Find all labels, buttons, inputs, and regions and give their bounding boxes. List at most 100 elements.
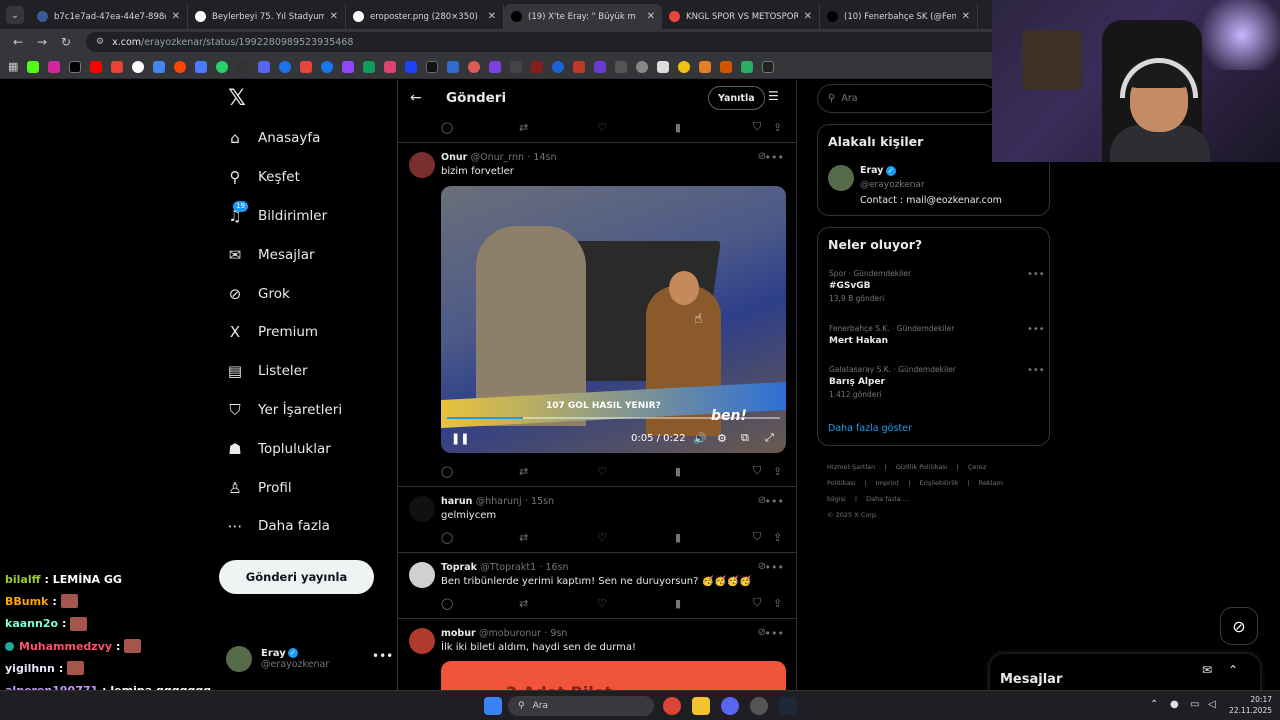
bookmark-icon[interactable] bbox=[153, 60, 166, 73]
reply-button[interactable]: Yanıtla bbox=[708, 86, 765, 110]
avatar[interactable] bbox=[409, 496, 435, 522]
close-tab-icon[interactable]: ✕ bbox=[488, 11, 496, 22]
more-icon[interactable]: ••• bbox=[1027, 365, 1045, 376]
sidebar-item[interactable]: ♫ 19 Bildirimler bbox=[218, 197, 342, 236]
trend-item[interactable]: Spor · Gündemdekiler #GSvGB 13,9 B gönde… bbox=[829, 269, 1045, 303]
sidebar-item[interactable]: ☗ Topluluklar bbox=[218, 429, 342, 468]
browser-tab[interactable]: b7c1e7ad-47ea-44e7-898c-0d0 ✕ bbox=[30, 4, 188, 29]
obs-icon[interactable] bbox=[750, 697, 768, 715]
video-player[interactable]: 107 GOL HASIL YENIR? ben! ☝ ❚❚ 0:05 / 0:… bbox=[441, 186, 786, 453]
avatar[interactable] bbox=[409, 562, 435, 588]
bookmark-icon[interactable] bbox=[447, 60, 460, 73]
avatar[interactable] bbox=[409, 628, 435, 654]
bookmark-icon[interactable] bbox=[132, 60, 145, 73]
more-icon[interactable]: ••• bbox=[372, 649, 393, 663]
volume-icon[interactable]: 🔊 bbox=[693, 432, 707, 445]
tweet-time[interactable]: · 15sn bbox=[525, 496, 554, 507]
bookmark-icon[interactable] bbox=[300, 60, 313, 73]
bookmark-icon[interactable] bbox=[657, 60, 670, 73]
tweet-time[interactable]: · 16sn bbox=[539, 562, 568, 573]
more-icon[interactable]: ••• bbox=[765, 151, 784, 164]
bookmark-icon[interactable] bbox=[510, 60, 523, 73]
bookmark-icon[interactable] bbox=[573, 60, 586, 73]
new-message-icon[interactable]: ✉ bbox=[1202, 663, 1212, 677]
trend-item[interactable]: Fenerbahçe S.K. · Gündemdekiler Mert Hak… bbox=[829, 324, 1045, 346]
bookmark-icon[interactable] bbox=[489, 60, 502, 73]
chrome-icon[interactable] bbox=[663, 697, 681, 715]
views-icon[interactable]: ▮ bbox=[675, 597, 681, 610]
share-icon[interactable]: ⇪ bbox=[773, 531, 782, 544]
fullscreen-icon[interactable]: ⤢ bbox=[765, 431, 774, 445]
bookmark-icon[interactable] bbox=[216, 60, 229, 73]
browser-tab[interactable]: Beylerbeyi 75. Yıl Stadyumu - G ✕ bbox=[188, 4, 346, 29]
bookmark-icon[interactable]: ⛉ bbox=[753, 464, 761, 478]
bookmark-icon[interactable] bbox=[279, 60, 292, 73]
footer-link[interactable]: Hizmet Şartları bbox=[827, 463, 876, 471]
tray-chevron-icon[interactable]: ⌃ bbox=[1150, 699, 1158, 710]
sliders-icon[interactable]: ☰ bbox=[768, 89, 779, 103]
bookmark-icon[interactable] bbox=[426, 60, 439, 73]
dock-video-icon[interactable]: ⧉ bbox=[741, 431, 749, 445]
windows-start-icon[interactable] bbox=[484, 697, 502, 715]
author-handle[interactable]: @hharunj bbox=[476, 496, 522, 507]
apps-icon[interactable]: ▦ bbox=[8, 60, 18, 73]
bookmark-icon[interactable] bbox=[174, 60, 187, 73]
bookmark-icon[interactable] bbox=[48, 60, 61, 73]
sidebar-item[interactable]: ▤ Listeler bbox=[218, 352, 342, 391]
more-icon[interactable]: ••• bbox=[1027, 324, 1045, 335]
bookmark-icon[interactable] bbox=[636, 60, 649, 73]
share-icon[interactable]: ⇪ bbox=[773, 121, 782, 134]
bookmark-icon[interactable] bbox=[90, 60, 103, 73]
microphone-icon[interactable]: ● bbox=[1170, 699, 1179, 710]
forward-icon[interactable]: → bbox=[32, 35, 52, 49]
more-icon[interactable]: ••• bbox=[765, 627, 784, 640]
taskbar-search[interactable]: ⚲ Ara bbox=[508, 696, 654, 716]
discord-icon[interactable] bbox=[721, 697, 739, 715]
retweet-icon[interactable]: ⇄ bbox=[519, 597, 528, 610]
like-icon[interactable]: ♡ bbox=[597, 597, 607, 610]
grok-button-icon[interactable]: ⊘ bbox=[1220, 607, 1258, 645]
bookmark-icon[interactable] bbox=[258, 60, 271, 73]
search-input[interactable]: ⚲ Ara bbox=[817, 84, 997, 113]
browser-tab[interactable]: (19) X'te Eray: " Büyük m ✕ bbox=[504, 4, 662, 29]
sidebar-item[interactable]: ⋯ Daha fazla bbox=[218, 507, 342, 546]
address-bar[interactable]: ⚙ x.com/erayozkenar/status/1992280989523… bbox=[86, 32, 1046, 52]
network-icon[interactable]: ▭ bbox=[1190, 699, 1199, 710]
bookmark-icon[interactable]: ⛉ bbox=[753, 530, 761, 544]
reload-icon[interactable]: ↻ bbox=[56, 35, 76, 49]
reply-tweet[interactable]: Onur @Onur_rnn · 14sn bizim forvetler ⊘ … bbox=[398, 143, 796, 453]
bookmark-icon[interactable] bbox=[342, 60, 355, 73]
related-name[interactable]: Eray bbox=[860, 165, 884, 176]
sidebar-item[interactable]: ♙ Profil bbox=[218, 468, 342, 507]
close-tab-icon[interactable]: ✕ bbox=[647, 11, 655, 22]
like-icon[interactable]: ♡ bbox=[597, 465, 607, 478]
close-tab-icon[interactable]: ✕ bbox=[172, 11, 180, 22]
video-progress-bar[interactable] bbox=[447, 417, 780, 419]
bookmark-icon[interactable] bbox=[111, 60, 124, 73]
back-icon[interactable]: ← bbox=[8, 35, 28, 49]
bookmark-icon[interactable] bbox=[195, 60, 208, 73]
steam-icon[interactable] bbox=[779, 697, 797, 715]
bookmark-icon[interactable] bbox=[762, 60, 775, 73]
author-name[interactable]: Toprak bbox=[441, 562, 477, 573]
reply-icon[interactable]: ◯ bbox=[441, 531, 453, 544]
bookmark-icon[interactable] bbox=[741, 60, 754, 73]
bookmark-icon[interactable] bbox=[699, 60, 712, 73]
author-handle[interactable]: @Onur_rnn bbox=[471, 152, 524, 163]
author-name[interactable]: mobur bbox=[441, 628, 476, 639]
browser-tab[interactable]: KNGL SPOR VS METOSPOR Der ✕ bbox=[662, 4, 820, 29]
reply-tweet[interactable]: mobur @moburonur · 9sn İlk iki bileti al… bbox=[398, 619, 796, 701]
bookmark-icon[interactable] bbox=[384, 60, 397, 73]
bookmark-icon[interactable] bbox=[468, 60, 481, 73]
bookmark-icon[interactable] bbox=[720, 60, 733, 73]
views-icon[interactable]: ▮ bbox=[675, 121, 681, 134]
volume-icon[interactable]: ◁ bbox=[1208, 699, 1216, 710]
close-tab-icon[interactable]: ✕ bbox=[330, 11, 338, 22]
close-tab-icon[interactable]: ✕ bbox=[804, 11, 812, 22]
show-more-link[interactable]: Daha fazla göster bbox=[828, 423, 912, 434]
more-icon[interactable]: ••• bbox=[765, 495, 784, 508]
author-name[interactable]: Onur bbox=[441, 152, 467, 163]
trend-item[interactable]: Galatasaray S.K. · Gündemdekiler Barış A… bbox=[829, 365, 1045, 399]
back-arrow-icon[interactable]: ← bbox=[410, 90, 432, 106]
like-icon[interactable]: ♡ bbox=[597, 121, 607, 134]
